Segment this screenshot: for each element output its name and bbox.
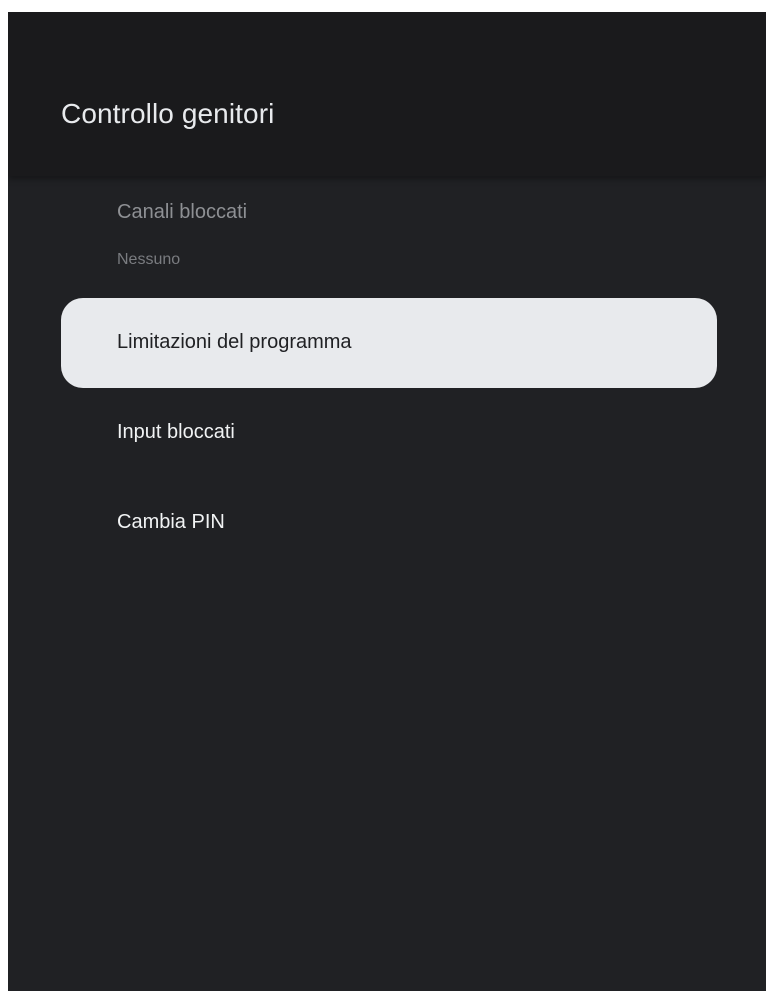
menu-item-label: Canali bloccati bbox=[117, 201, 248, 223]
menu-item-program-restrictions[interactable]: Limitazioni del programma bbox=[61, 298, 717, 388]
menu-item-change-pin[interactable]: Cambia PIN bbox=[61, 478, 717, 568]
header-bar: Controllo genitori bbox=[8, 12, 766, 176]
settings-screen: Controllo genitori Canali bloccati Nessu… bbox=[8, 12, 766, 991]
menu-item-label: Input bloccati bbox=[117, 421, 235, 443]
page-title: Controllo genitori bbox=[61, 98, 275, 129]
menu-item-blocked-inputs[interactable]: Input bloccati bbox=[61, 388, 717, 478]
menu-item-blocked-channels[interactable]: Canali bloccati Nessuno bbox=[61, 188, 717, 278]
menu-item-label: Cambia PIN bbox=[117, 511, 225, 533]
menu-item-sublabel: Nessuno bbox=[117, 251, 181, 268]
menu-item-label: Limitazioni del programma bbox=[117, 331, 352, 353]
